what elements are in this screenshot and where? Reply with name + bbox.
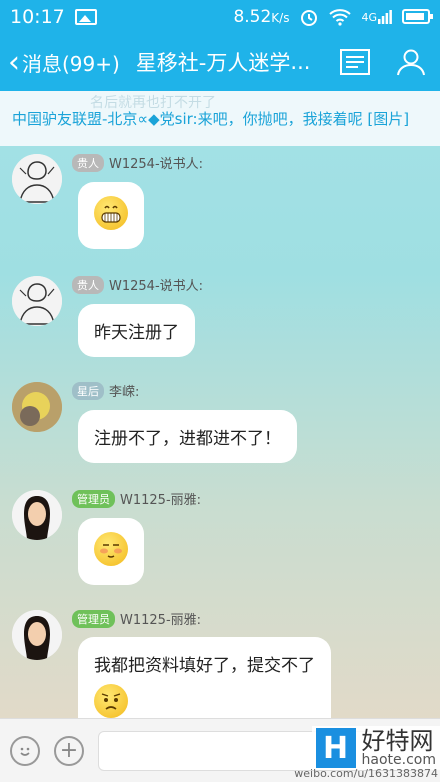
plus-icon: + — [59, 738, 79, 763]
back-button[interactable]: ‹ 消息(99+) — [8, 45, 120, 80]
avatar[interactable] — [12, 610, 62, 660]
watermark-cn: 好特网 — [361, 727, 434, 755]
member-tag: 星后 — [72, 381, 104, 400]
member-tag: 贵人 — [72, 275, 104, 294]
avatar[interactable] — [12, 382, 62, 432]
status-time: 10:17 — [10, 5, 65, 28]
message-item: 管理员 W1125-丽雅: 我都把资料填好了，提交不了 — [0, 604, 440, 718]
message-meta: 贵人 W1254-说书人: — [72, 275, 203, 294]
message-meta: 管理员 W1125-丽雅: — [72, 609, 201, 628]
network-speed: 8.52K/s — [233, 7, 289, 27]
message-meta: 星后 李嵘: — [72, 381, 139, 400]
avatar[interactable] — [12, 154, 62, 204]
avatar[interactable] — [12, 276, 62, 326]
shy-emoji-icon — [94, 532, 128, 566]
member-tag: 贵人 — [72, 153, 104, 172]
signal-icon: 4G — [361, 9, 392, 24]
sender-name: W1125-丽雅: — [120, 613, 202, 628]
more-button[interactable]: + — [54, 735, 84, 766]
message-text: 昨天注册了 — [94, 323, 179, 343]
message-bubble[interactable] — [78, 182, 144, 249]
speed-value: 8.52 — [233, 6, 272, 27]
previous-message-ghost: 名后就再也打不开了 — [90, 95, 216, 111]
watermark-logo: H — [315, 728, 356, 768]
message-text: 我都把资料填好了，提交不了 — [94, 656, 315, 676]
confused-emoji-icon — [94, 684, 128, 718]
message-meta: 管理员 W1125-丽雅: — [72, 489, 201, 508]
sender-name: 李嵘: — [109, 385, 140, 400]
grin-emoji-icon — [94, 196, 128, 230]
chat-header: ‹ 消息(99+) 星移社-万人迷学 ... — [0, 33, 440, 91]
smiley-icon — [20, 747, 30, 756]
sender-name: W1254-说书人: — [109, 279, 204, 294]
message-meta: 贵人 W1254-说书人: — [72, 153, 203, 172]
pinned-message-banner[interactable]: 中国驴友联盟-北京∝◆党sir:来吧，你抛吧，我接着呢 [图片] — [0, 91, 440, 146]
network-type: 4G — [361, 10, 377, 24]
title-ellipsis: ... — [290, 50, 311, 74]
back-label: 消息(99+) — [22, 51, 120, 76]
message-item: 星后 李嵘: 注册不了，进都进不了！ — [0, 376, 440, 486]
watermark-en: haote.com — [361, 752, 436, 768]
message-bubble[interactable]: 注册不了，进都进不了！ — [78, 410, 297, 463]
battery-icon — [402, 9, 433, 24]
chat-list[interactable]: 贵人 W1254-说书人: 贵人 W1254-说书人: 昨天注册了 星后 李嵘: — [0, 146, 440, 718]
message-item: 贵人 W1254-说书人: — [0, 146, 440, 264]
member-tag: 管理员 — [72, 489, 115, 508]
message-bubble[interactable] — [78, 518, 144, 585]
site-watermark: H 好特网 haote.com — [311, 726, 440, 770]
message-text: 注册不了，进都进不了！ — [94, 429, 281, 449]
chevron-left-icon: ‹ — [8, 44, 20, 80]
group-members-icon[interactable] — [394, 48, 428, 76]
message-item: 贵人 W1254-说书人: 昨天注册了 — [0, 268, 440, 376]
sender-name: W1125-丽雅: — [120, 493, 202, 508]
message-bubble[interactable]: 昨天注册了 — [78, 304, 195, 357]
alarm-icon — [301, 9, 318, 26]
sender-name: W1254-说书人: — [109, 157, 204, 172]
message-bubble[interactable]: 我都把资料填好了，提交不了 — [78, 637, 331, 718]
group-file-icon[interactable] — [340, 49, 370, 75]
group-title: 星移社-万人迷学 — [135, 51, 291, 75]
message-item: 管理员 W1125-丽雅: — [0, 484, 440, 604]
speed-unit: K/s — [271, 10, 290, 25]
weibo-watermark: weibo.com/u/1631383874 — [294, 767, 438, 780]
status-bar: 10:17 8.52K/s 4G — [0, 0, 440, 33]
avatar[interactable] — [12, 490, 62, 540]
wifi-icon — [329, 8, 352, 26]
emoji-button[interactable] — [10, 735, 40, 766]
member-tag: 管理员 — [72, 609, 115, 628]
image-notification-icon — [74, 8, 97, 25]
